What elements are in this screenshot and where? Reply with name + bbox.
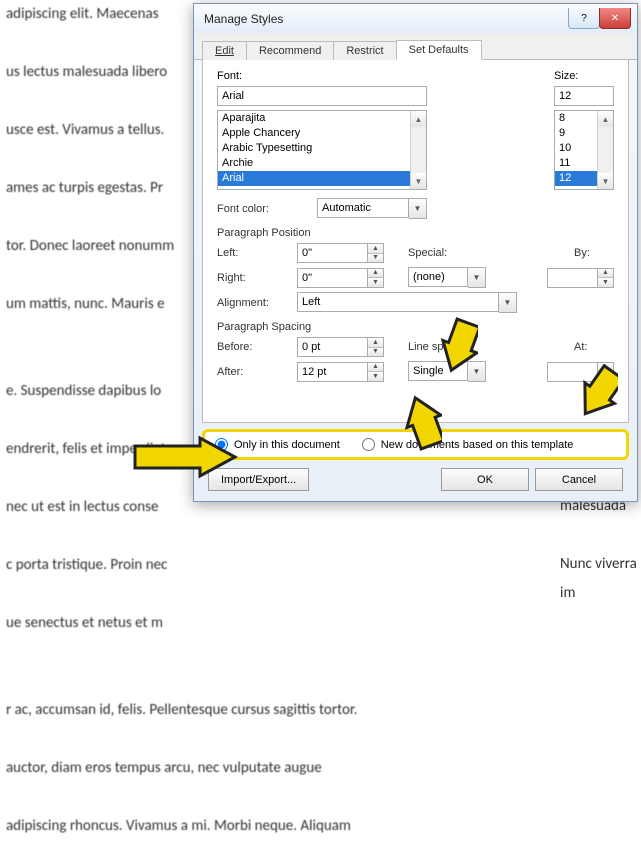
label-at: At: bbox=[574, 341, 614, 353]
spin-up-icon[interactable]: ▲ bbox=[598, 363, 613, 373]
radio-only-label: Only in this document bbox=[234, 439, 340, 451]
alignment-value: Left bbox=[297, 292, 499, 312]
right-input[interactable] bbox=[297, 268, 367, 288]
font-option-selected[interactable]: Arial bbox=[218, 171, 426, 186]
spin-down-icon[interactable]: ▼ bbox=[368, 348, 383, 357]
after-spinner[interactable]: ▲▼ bbox=[297, 362, 384, 382]
cancel-button[interactable]: Cancel bbox=[535, 468, 623, 491]
scrollbar[interactable]: ▲▼ bbox=[597, 111, 613, 189]
spin-up-icon[interactable]: ▲ bbox=[598, 269, 613, 279]
scroll-down-icon[interactable]: ▼ bbox=[598, 173, 613, 189]
font-option[interactable]: Apple Chancery bbox=[218, 126, 426, 141]
label-size: Size: bbox=[554, 70, 614, 82]
window-buttons: ? ✕ bbox=[568, 8, 637, 29]
left-input[interactable] bbox=[297, 243, 367, 263]
size-input[interactable] bbox=[554, 86, 614, 106]
alignment-combo[interactable]: Left ▼ bbox=[297, 292, 517, 313]
radio-new-input[interactable] bbox=[362, 438, 375, 451]
font-input[interactable] bbox=[217, 86, 427, 106]
at-input[interactable] bbox=[547, 362, 597, 382]
section-paragraph-spacing: Paragraph Spacing bbox=[217, 321, 614, 333]
tab-set-defaults[interactable]: Set Defaults bbox=[396, 40, 482, 60]
spin-up-icon[interactable]: ▲ bbox=[368, 244, 383, 254]
label-before: Before: bbox=[217, 341, 297, 353]
label-right: Right: bbox=[217, 272, 297, 284]
spinner-buttons[interactable]: ▲▼ bbox=[367, 268, 384, 288]
label-line-spacing: Line spacing: bbox=[408, 341, 486, 353]
dialog-tabs: Edit Recommend Restrict Set Defaults bbox=[194, 33, 637, 60]
tab-restrict[interactable]: Restrict bbox=[333, 41, 396, 60]
before-spinner[interactable]: ▲▼ bbox=[297, 337, 384, 357]
spinner-buttons[interactable]: ▲▼ bbox=[367, 243, 384, 263]
dropdown-icon[interactable]: ▼ bbox=[409, 198, 427, 219]
special-combo[interactable]: (none) ▼ bbox=[408, 267, 486, 288]
spinner-buttons[interactable]: ▲▼ bbox=[597, 362, 614, 382]
font-color-value: Automatic bbox=[317, 198, 409, 218]
scroll-up-icon[interactable]: ▲ bbox=[411, 111, 426, 127]
font-option[interactable]: Arabic Typesetting bbox=[218, 141, 426, 156]
font-option[interactable]: Aparajita bbox=[218, 111, 426, 126]
dropdown-icon[interactable]: ▼ bbox=[468, 267, 486, 288]
scrollbar[interactable]: ▲▼ bbox=[410, 111, 426, 189]
label-alignment: Alignment: bbox=[217, 297, 297, 309]
before-input[interactable] bbox=[297, 337, 367, 357]
left-spinner[interactable]: ▲▼ bbox=[297, 243, 384, 263]
spinner-buttons[interactable]: ▲▼ bbox=[597, 268, 614, 288]
spin-down-icon[interactable]: ▼ bbox=[368, 254, 383, 263]
right-spinner[interactable]: ▲▼ bbox=[297, 268, 384, 288]
dialog-title: Manage Styles bbox=[204, 12, 283, 26]
line-spacing-combo[interactable]: Single ▼ bbox=[408, 361, 486, 382]
line-spacing-value: Single bbox=[408, 361, 468, 381]
label-font: Font: bbox=[217, 70, 242, 82]
tab-recommend[interactable]: Recommend bbox=[246, 41, 334, 60]
font-color-combo[interactable]: Automatic ▼ bbox=[317, 198, 427, 219]
size-listbox[interactable]: 8 9 10 11 12 ▲▼ bbox=[554, 110, 614, 190]
section-paragraph-position: Paragraph Position bbox=[217, 227, 614, 239]
spin-up-icon[interactable]: ▲ bbox=[368, 269, 383, 279]
label-by: By: bbox=[574, 247, 614, 259]
dialog-content: Font: Size: Aparajita Apple Chancery Ara… bbox=[202, 60, 629, 423]
radio-new-label: New documents based on this template bbox=[381, 439, 574, 451]
tab-edit[interactable]: Edit bbox=[202, 41, 247, 60]
spinner-buttons[interactable]: ▲▼ bbox=[367, 362, 384, 382]
by-input[interactable] bbox=[547, 268, 597, 288]
font-listbox[interactable]: Aparajita Apple Chancery Arabic Typesett… bbox=[217, 110, 427, 190]
ok-button[interactable]: OK bbox=[441, 468, 529, 491]
dropdown-icon[interactable]: ▼ bbox=[468, 361, 486, 382]
radio-new-documents[interactable]: New documents based on this template bbox=[362, 438, 574, 451]
spin-down-icon[interactable]: ▼ bbox=[598, 372, 613, 381]
label-font-color: Font color: bbox=[217, 203, 317, 215]
spin-down-icon[interactable]: ▼ bbox=[368, 278, 383, 287]
at-spinner[interactable]: ▲▼ bbox=[547, 362, 614, 382]
by-spinner[interactable]: ▲▼ bbox=[547, 268, 614, 288]
after-input[interactable] bbox=[297, 362, 367, 382]
label-after: After: bbox=[217, 366, 297, 378]
spin-up-icon[interactable]: ▲ bbox=[368, 363, 383, 373]
spin-up-icon[interactable]: ▲ bbox=[368, 338, 383, 348]
apply-scope-group: Only in this document New documents base… bbox=[202, 429, 629, 460]
dialog-titlebar: Manage Styles ? ✕ bbox=[194, 4, 637, 33]
dialog-button-row: Import/Export... OK Cancel bbox=[194, 460, 637, 501]
spinner-buttons[interactable]: ▲▼ bbox=[367, 337, 384, 357]
label-special: Special: bbox=[408, 247, 460, 259]
dropdown-icon[interactable]: ▼ bbox=[499, 292, 517, 313]
radio-only-this-document[interactable]: Only in this document bbox=[215, 438, 340, 451]
scroll-up-icon[interactable]: ▲ bbox=[598, 111, 613, 127]
special-value: (none) bbox=[408, 267, 468, 287]
label-left: Left: bbox=[217, 247, 297, 259]
radio-only-input[interactable] bbox=[215, 438, 228, 451]
close-button[interactable]: ✕ bbox=[599, 8, 631, 29]
font-option[interactable]: Archie bbox=[218, 156, 426, 171]
help-button[interactable]: ? bbox=[568, 8, 600, 29]
scroll-down-icon[interactable]: ▼ bbox=[411, 173, 426, 189]
spin-down-icon[interactable]: ▼ bbox=[368, 372, 383, 381]
manage-styles-dialog: Manage Styles ? ✕ Edit Recommend Restric… bbox=[193, 3, 638, 502]
import-export-button[interactable]: Import/Export... bbox=[208, 468, 309, 491]
spin-down-icon[interactable]: ▼ bbox=[598, 278, 613, 287]
